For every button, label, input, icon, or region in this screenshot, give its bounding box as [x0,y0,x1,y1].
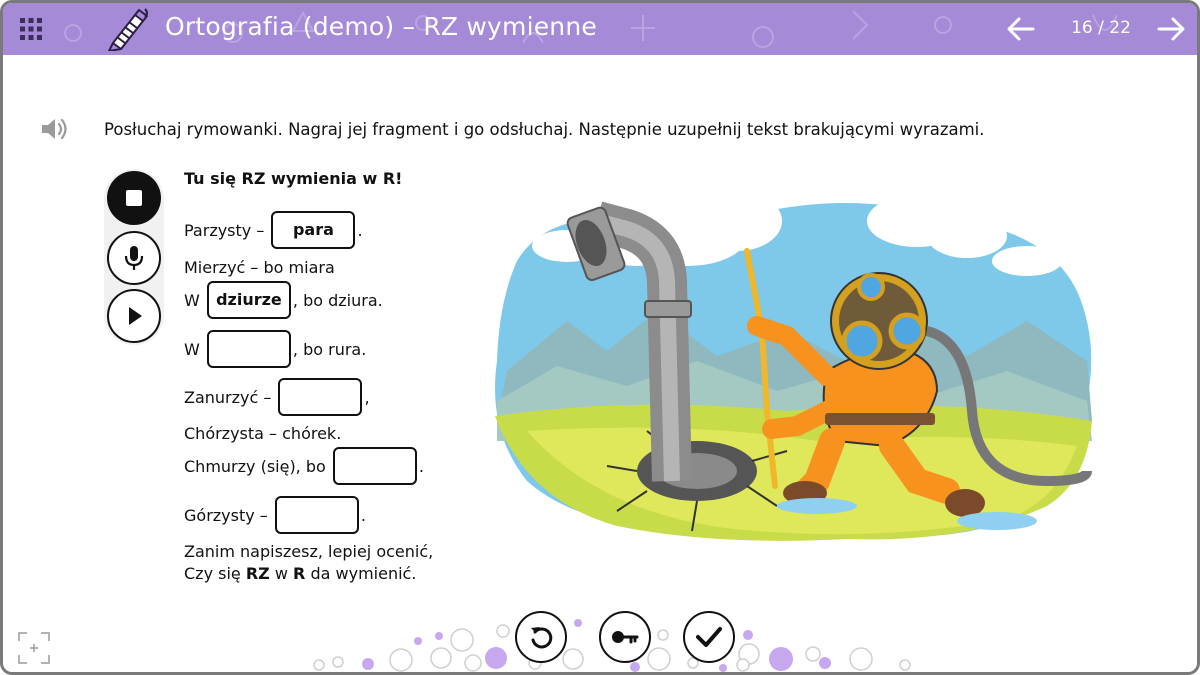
line-text-after: , bo dziura. [292,290,383,310]
check-button[interactable] [683,611,735,663]
line-text-after: , bo rura. [292,339,367,359]
play-icon [129,307,142,325]
instruction-text: Posłuchaj rymowanki. Nagraj jej fragment… [104,120,985,139]
reset-button[interactable] [515,611,567,663]
record-button[interactable] [107,231,161,285]
rhyme-title: Tu się RZ wymienia w R! [184,169,403,188]
rhyme-line: Parzysty – para . [184,211,363,249]
header-bar: Ortografia (demo) – RZ wymienne 16 / 22 [3,3,1197,55]
expand-icon[interactable] [17,631,51,665]
line-text-before: Zanurzyć – [184,387,272,407]
line-text-after: . [360,505,366,525]
rhyme-line: Zanurzyć – , [184,378,370,416]
grid-menu-icon[interactable] [17,15,45,43]
audio-recorder [104,169,164,345]
pencil-logo-icon [108,8,148,51]
stop-button[interactable] [107,171,161,225]
line-text-after: . [418,456,424,476]
line-text: Chórzysta – chórek. [184,424,342,443]
key-icon [612,631,639,644]
rhyme-ending-line: Zanim napiszesz, lepiej ocenić, [184,542,434,561]
answer-blank-6[interactable] [274,496,359,534]
reset-icon [531,627,553,649]
check-icon [696,627,722,647]
app-title: Ortografia (demo) – RZ wymienne [165,12,597,41]
line-text-before: W [184,339,200,359]
stop-icon [126,190,142,206]
line-text-before: Chmurzy (się), bo [184,456,326,476]
rhyme-line: Chmurzy (się), bo . [184,447,424,485]
diver-with-pipe-illustration [495,191,1092,541]
line-text: Mierzyć – bo miara [184,258,335,277]
play-button[interactable] [107,289,161,343]
ending-text: Czy się [184,564,241,583]
microphone-icon [124,246,144,270]
rhyme-line: Chórzysta – chórek. [184,424,341,443]
app-frame: Ortografia (demo) – RZ wymienne 16 / 22 … [0,0,1200,675]
line-text-before: Parzysty – [184,220,265,240]
answer-blank-2[interactable]: dziurze [206,281,291,319]
rhyme-line: Górzysty – . [184,496,366,534]
page-counter: 16 / 22 [1071,18,1131,38]
ending-text: da wymienić. [310,564,417,583]
line-text-after: , [364,387,370,407]
answer-blank-3[interactable] [206,330,291,368]
answer-blank-1[interactable]: para [271,211,356,249]
rhyme-line: W dziurze , bo dziura. [184,281,383,319]
key-button[interactable] [599,611,651,663]
arrow-right-icon[interactable] [1155,13,1187,45]
answer-blank-4[interactable] [278,378,363,416]
line-text-after: . [357,220,363,240]
answer-blank-5[interactable] [332,447,417,485]
rhyme-line: W , bo rura. [184,330,366,368]
line-text-before: W [184,290,200,310]
ending-bold-rz: RZ [245,564,270,583]
ending-text: w [274,564,288,583]
line-text-before: Górzysty – [184,505,268,525]
ending-bold-r: R [293,564,306,583]
rhyme-line: Mierzyć – bo miara [184,258,335,277]
rhyme-ending-line: Czy się RZ w R da wymienić. [184,564,416,583]
speaker-icon[interactable] [39,115,69,143]
arrow-left-icon[interactable] [1005,13,1037,45]
